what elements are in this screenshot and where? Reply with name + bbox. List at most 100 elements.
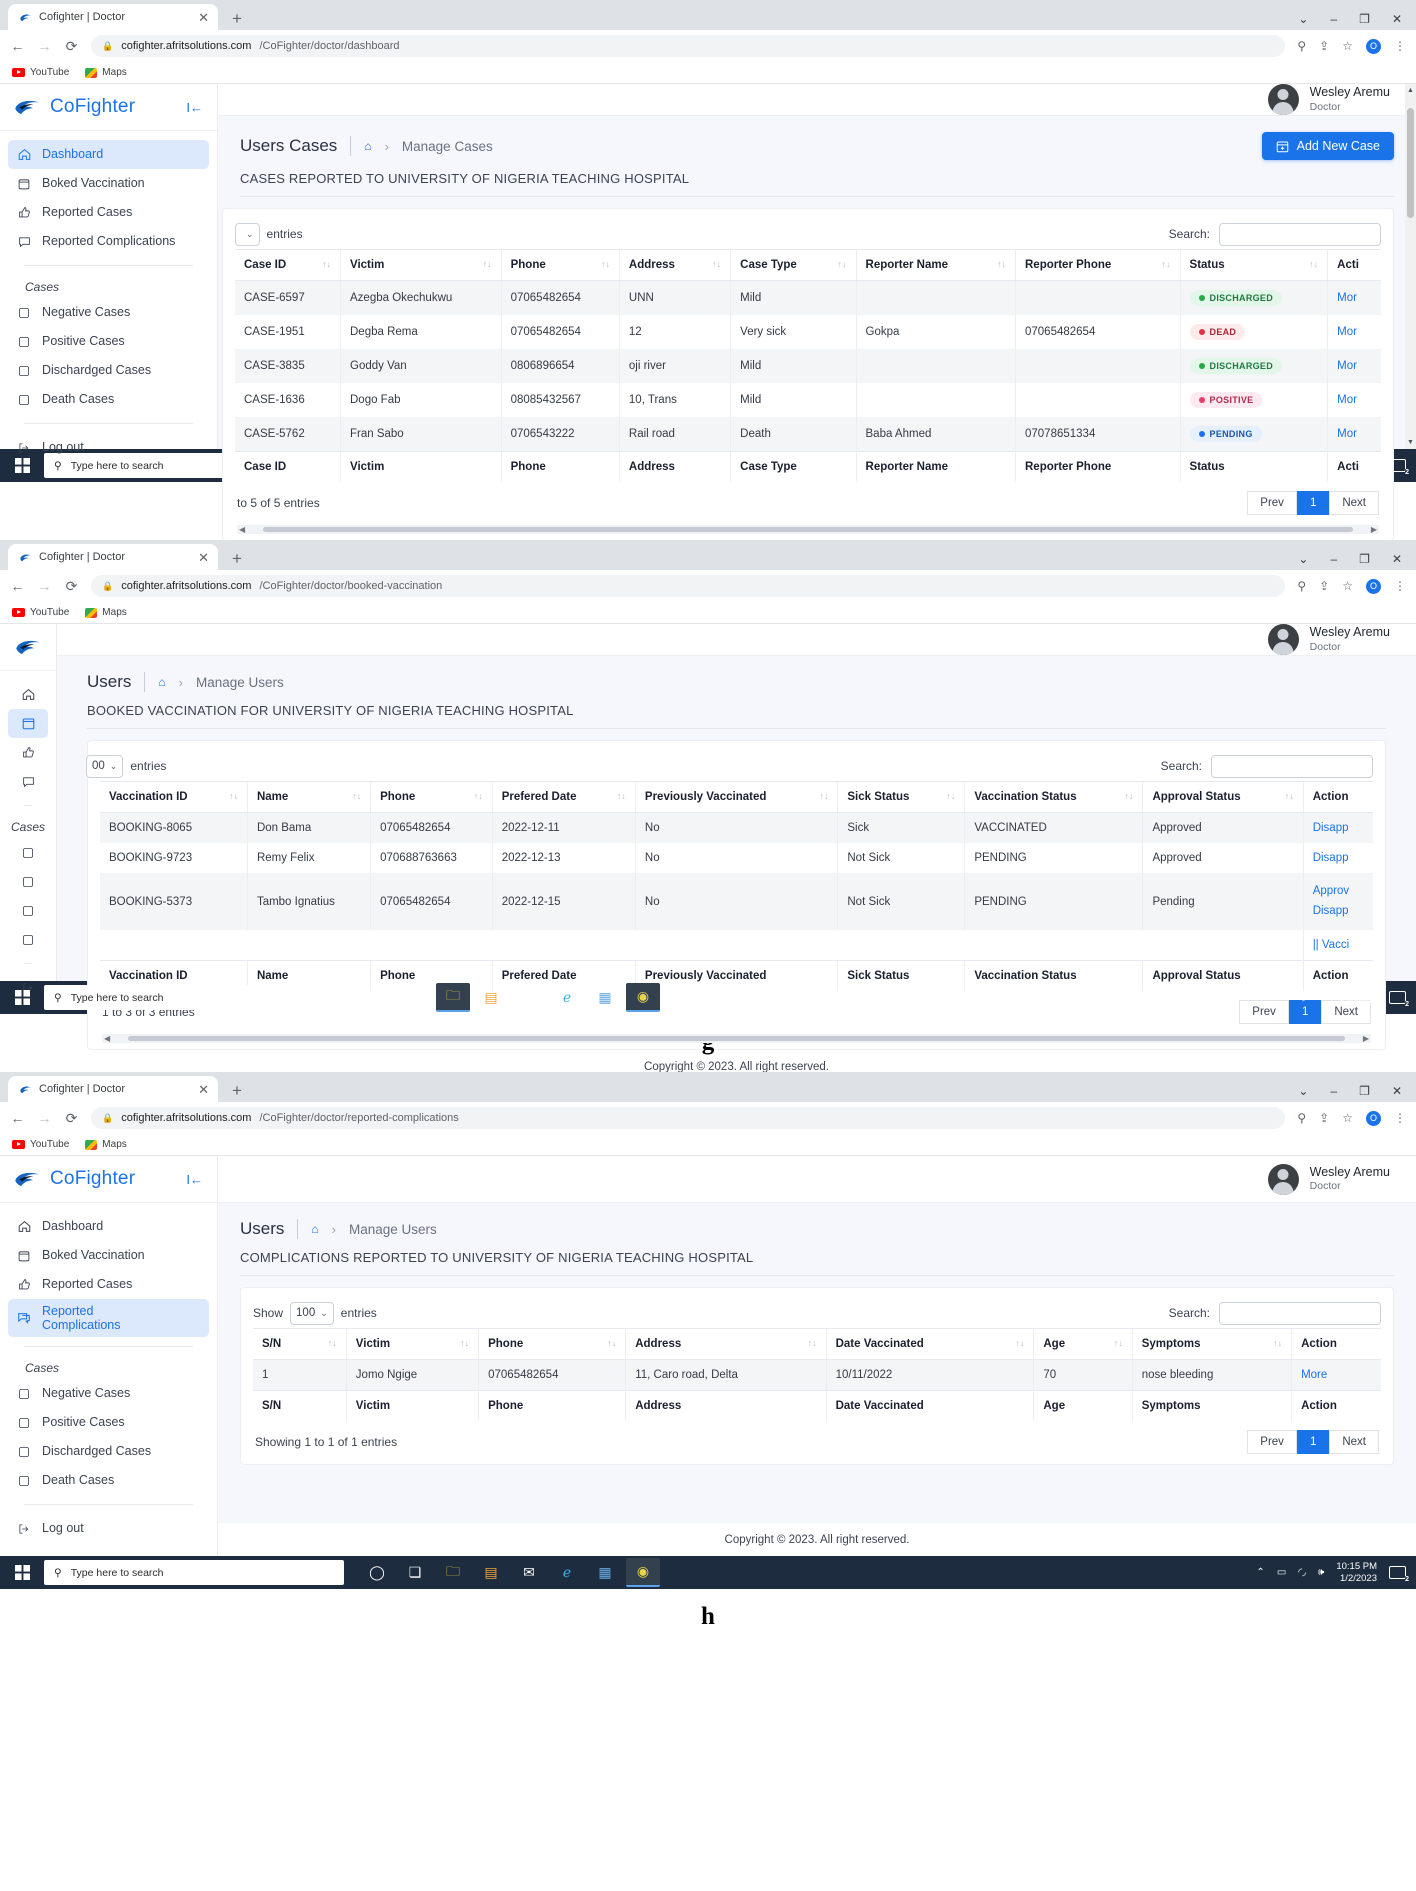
cell-action[interactable]: Approv Disapp — [1303, 873, 1373, 930]
start-button[interactable] — [0, 981, 44, 1014]
collapse-sidebar-icon[interactable]: I← — [186, 100, 203, 115]
avatar[interactable] — [1268, 84, 1299, 115]
close-icon[interactable]: ✕ — [198, 551, 209, 564]
chevron-down-icon[interactable]: ⌄ — [1298, 1085, 1308, 1097]
col-age[interactable]: ↑↓Age — [1034, 1329, 1132, 1360]
col-name[interactable]: ↑↓Name — [247, 782, 370, 813]
browser-tab-f[interactable]: Cofighter | Doctor ✕ — [8, 4, 218, 30]
sidebar-item-reported-cases[interactable]: Reported Cases — [8, 198, 209, 227]
cell-action[interactable]: Mor — [1328, 281, 1381, 316]
bookmark-youtube[interactable]: YouTube — [12, 1139, 69, 1150]
sidebar-item-logout[interactable]: Log out — [8, 433, 209, 462]
scroll-left-arrow[interactable]: ◀ — [104, 1034, 110, 1043]
wifi-icon[interactable]: ◜◞ — [1298, 1567, 1306, 1578]
taskbar-clock[interactable]: 10:18 PM 1/2/2023 — [1336, 986, 1377, 1009]
sidebar-item-positive-cases[interactable]: Positive Cases — [8, 1408, 209, 1437]
col-date-vaccinated[interactable]: ↑↓Date Vaccinated — [826, 1329, 1034, 1360]
scroll-thumb[interactable] — [263, 527, 1353, 532]
profile-avatar[interactable]: O — [1366, 1111, 1381, 1126]
scroll-up-arrow[interactable]: ▲ — [1405, 87, 1416, 94]
sidebar-item-positive-cases[interactable]: Positive Cases — [8, 867, 48, 896]
chrome-icon[interactable]: ◉ — [626, 1558, 660, 1587]
maximize-icon[interactable]: ❐ — [1359, 553, 1370, 565]
cell-action[interactable]: Disapp — [1303, 813, 1373, 844]
store-icon[interactable]: ▤ — [474, 1558, 508, 1587]
new-tab-button[interactable]: + — [232, 550, 242, 567]
table-row[interactable]: BOOKING-9723 Remy Felix 070688763663 202… — [100, 843, 1373, 873]
sidebar-item-negative-cases[interactable]: Negative Cases — [8, 1379, 209, 1408]
window-close-icon[interactable]: ✕ — [1392, 13, 1402, 25]
col-victim[interactable]: ↑↓Victim — [346, 1329, 478, 1360]
volume-icon[interactable]: 🕪 — [1318, 1567, 1324, 1578]
profile-avatar[interactable]: O — [1366, 39, 1381, 54]
volume-icon[interactable]: 🕪 — [1318, 992, 1324, 1003]
col-reporter-phone[interactable]: ↑↓Reporter Phone — [1016, 250, 1181, 281]
edge-icon[interactable]: ℯ — [550, 983, 584, 1012]
sidebar-item-negative-cases[interactable]: Negative Cases — [8, 838, 48, 867]
sidebar-item-boked-vaccination[interactable]: Boked Vaccination — [8, 709, 48, 738]
horizontal-scrollbar-f[interactable]: ◀ ▶ — [237, 525, 1379, 534]
minimize-icon[interactable]: ‒ — [1330, 1085, 1337, 1097]
sidebar-item-death-cases[interactable]: Death Cases — [8, 385, 209, 414]
chevron-down-icon[interactable]: ⌄ — [1298, 13, 1308, 25]
col-approval-status[interactable]: ↑↓Approval Status — [1143, 782, 1303, 813]
search-icon[interactable]: ⚲ — [1297, 1111, 1306, 1125]
sidebar-item-logout[interactable]: Log out — [8, 1514, 209, 1543]
scroll-left-arrow[interactable]: ◀ — [239, 525, 245, 534]
entries-select[interactable]: ⌄ — [235, 223, 260, 246]
notifications-icon[interactable]: 2 — [1389, 991, 1406, 1004]
table-row[interactable]: CASE-1951 Degba Rema 07065482654 12 Very… — [235, 315, 1381, 349]
maximize-icon[interactable]: ❐ — [1359, 13, 1370, 25]
tray-chevron-icon[interactable]: ⌃ — [1256, 1567, 1264, 1578]
close-icon[interactable]: ✕ — [198, 11, 209, 24]
wifi-icon[interactable]: ◜◞ — [1298, 992, 1306, 1003]
maximize-icon[interactable]: ❐ — [1359, 1085, 1370, 1097]
col-action[interactable]: Action — [1303, 782, 1373, 813]
mail-icon[interactable]: ✉ — [512, 983, 546, 1012]
search-input[interactable] — [1219, 223, 1381, 246]
col-reporter-name[interactable]: ↑↓Reporter Name — [856, 250, 1015, 281]
page-1-button[interactable]: 1 — [1297, 1430, 1329, 1454]
horizontal-scrollbar-g[interactable]: ◀ ▶ — [102, 1034, 1371, 1043]
sidebar-item-dischardged-cases[interactable]: Dischardged Cases — [8, 356, 209, 385]
cortana-icon[interactable]: ◯ — [360, 983, 394, 1012]
cell-action[interactable]: Mor — [1328, 349, 1381, 383]
taskbar-search[interactable]: ⚲ Type here to search — [44, 1560, 344, 1585]
battery-icon[interactable]: ▭ — [1277, 1567, 1286, 1578]
sidebar-item-dashboard[interactable]: Dashboard — [8, 1212, 209, 1241]
sidebar-item-negative-cases[interactable]: Negative Cases — [8, 298, 209, 327]
avatar[interactable] — [1268, 624, 1299, 655]
cell-action[interactable]: Mor — [1328, 417, 1381, 452]
sidebar-item-death-cases[interactable]: Death Cases — [8, 925, 48, 954]
sidebar-item-dashboard[interactable]: Dashboard — [8, 140, 209, 169]
minimize-icon[interactable]: ‒ — [1330, 13, 1337, 25]
col-prefered-date[interactable]: ↑↓Prefered Date — [492, 782, 635, 813]
col-address[interactable]: ↑↓Address — [619, 250, 730, 281]
search-icon[interactable]: ⚲ — [1297, 39, 1306, 53]
col-phone[interactable]: ↑↓Phone — [501, 250, 619, 281]
search-input[interactable] — [1219, 1302, 1381, 1325]
table-row[interactable]: BOOKING-5373 Tambo Ignatius 07065482654 … — [100, 873, 1373, 930]
back-icon[interactable]: ← — [10, 578, 25, 594]
scroll-right-arrow[interactable]: ▶ — [1363, 1034, 1369, 1043]
taskview-icon[interactable]: ❏ — [398, 1558, 432, 1587]
bookmark-maps[interactable]: Maps — [85, 1139, 126, 1150]
sidebar-item-reported-complications[interactable]: Reported Complications — [8, 227, 209, 256]
prev-button[interactable]: Prev — [1247, 491, 1297, 515]
scroll-right-arrow[interactable]: ▶ — [1371, 525, 1377, 534]
collapse-sidebar-icon[interactable]: I← — [186, 1172, 203, 1187]
mail-icon[interactable]: ✉ — [512, 1558, 546, 1587]
avatar[interactable] — [1268, 1164, 1299, 1195]
notifications-icon[interactable]: 2 — [1389, 459, 1406, 472]
col-sn[interactable]: ↑↓S/N — [253, 1329, 346, 1360]
cell-action[interactable]: Mor — [1328, 383, 1381, 417]
col-previously-vaccinated[interactable]: ↑↓Previously Vaccinated — [635, 782, 837, 813]
address-bar-f[interactable]: 🔒 cofighter.afritsolutions.com/CoFighter… — [91, 35, 1285, 57]
close-icon[interactable]: ✕ — [198, 1083, 209, 1096]
reload-icon[interactable]: ⟳ — [64, 1110, 79, 1127]
col-action[interactable]: Acti — [1328, 250, 1381, 281]
col-vaccination-status[interactable]: ↑↓Vaccination Status — [965, 782, 1143, 813]
next-button[interactable]: Next — [1329, 1430, 1379, 1454]
col-victim[interactable]: ↑↓Victim — [341, 250, 502, 281]
table-row[interactable]: CASE-6597 Azegba Okechukwu 07065482654 U… — [235, 281, 1381, 316]
